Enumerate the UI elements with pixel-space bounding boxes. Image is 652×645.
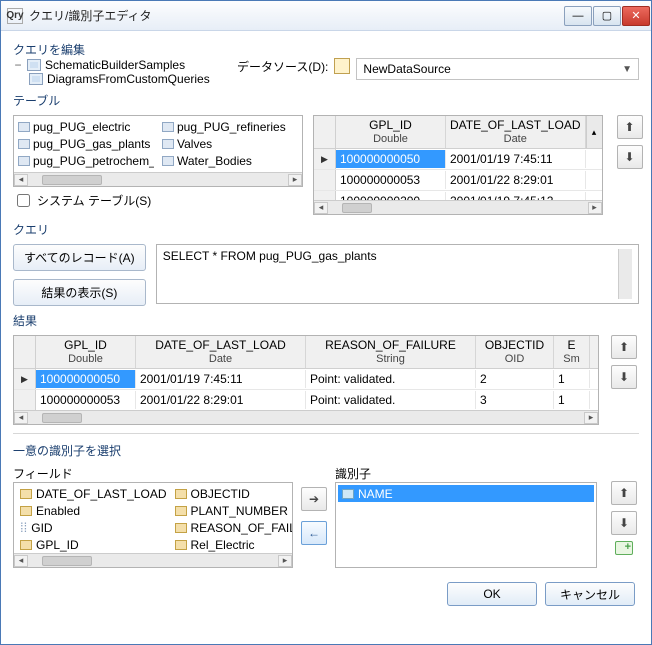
move-up-button[interactable]: ⬆	[611, 481, 637, 505]
results-row[interactable]: ▶ 100000000050 2001/01/19 7:45:11 Point:…	[14, 369, 598, 390]
table-item[interactable]: pug_PUG_refineries	[162, 118, 298, 135]
edit-query-section: クエリを編集 − SchematicBuilderSamples Diagram…	[13, 41, 639, 86]
field-icon	[342, 489, 354, 499]
system-tables-label: システム テーブル(S)	[37, 192, 151, 209]
table-item[interactable]: Water_Bodies	[162, 153, 298, 170]
title-bar[interactable]: Qry クエリ/識別子エディタ — ▢ ✕	[1, 1, 651, 31]
sql-textarea[interactable]: SELECT * FROM pug_PUG_gas_plants	[156, 244, 639, 304]
field-icon	[175, 540, 187, 550]
query-tree[interactable]: − SchematicBuilderSamples DiagramsFromCu…	[13, 58, 223, 86]
tree-child[interactable]: DiagramsFromCustomQueries	[47, 72, 210, 86]
preview-row[interactable]: 100000000053 2001/01/22 8:29:01	[314, 170, 602, 191]
table-item[interactable]: pug_PUG_electric	[18, 118, 154, 135]
fields-list[interactable]: DATE_OF_LAST_LOAD OBJECTID Enabled PLANT…	[13, 482, 293, 568]
move-up-button[interactable]: ⬆	[617, 115, 643, 139]
cancel-button[interactable]: キャンセル	[545, 582, 635, 606]
move-down-button[interactable]: ⬇	[611, 365, 637, 389]
preview-row[interactable]: ▶ 100000000050 2001/01/19 7:45:11	[314, 149, 602, 170]
minimize-button[interactable]: —	[564, 6, 592, 26]
preview-grid[interactable]: GPL_IDDouble DATE_OF_LAST_LOADDate ▴ ▶ 1…	[313, 115, 603, 215]
system-tables-checkbox[interactable]	[17, 194, 30, 207]
table-icon	[162, 139, 174, 149]
maximize-button[interactable]: ▢	[593, 6, 621, 26]
datasource-select[interactable]: NewDataSource ▼	[356, 58, 639, 80]
grip-icon: ⁞⁞	[20, 522, 27, 534]
move-up-button[interactable]: ⬆	[611, 335, 637, 359]
results-grid[interactable]: GPL_IDDouble DATE_OF_LAST_LOADDate REASO…	[13, 335, 599, 425]
add-new-button[interactable]	[615, 541, 633, 555]
add-identifier-button[interactable]: ➔	[301, 487, 327, 511]
chevron-down-icon: ▼	[622, 64, 632, 75]
table-icon	[18, 156, 30, 166]
datasource-value: NewDataSource	[363, 62, 450, 76]
tree-root[interactable]: SchematicBuilderSamples	[45, 58, 185, 72]
ok-button[interactable]: OK	[447, 582, 537, 606]
field-icon	[20, 506, 32, 516]
sql-text: SELECT * FROM pug_PUG_gas_plants	[163, 249, 377, 299]
results-label: 結果	[13, 312, 639, 329]
h-scrollbar[interactable]: ◂▸	[14, 553, 292, 567]
all-records-button[interactable]: すべてのレコード(A)	[13, 244, 146, 271]
field-item[interactable]: GPL_ID	[16, 536, 171, 553]
identifier-item[interactable]: NAME	[338, 485, 594, 502]
window-title: クエリ/識別子エディタ	[29, 7, 564, 24]
h-scrollbar[interactable]: ◂▸	[14, 172, 302, 186]
identifiers-label: 一意の識別子を選択	[13, 442, 639, 459]
query-label: クエリ	[13, 221, 639, 238]
dialog-window: Qry クエリ/識別子エディタ — ▢ ✕ クエリを編集 − Schematic…	[0, 0, 652, 645]
table-item[interactable]: pug_PUG_gas_plants	[18, 135, 154, 152]
field-item[interactable]: DATE_OF_LAST_LOAD	[16, 485, 171, 502]
edit-query-label: クエリを編集	[13, 41, 639, 58]
field-icon	[175, 506, 187, 516]
field-item[interactable]: Rel_Electric	[171, 536, 293, 553]
identifier-label: 識別子	[335, 465, 597, 482]
folder-icon	[27, 59, 41, 71]
field-icon	[175, 489, 187, 499]
fields-label: フィールド	[13, 465, 293, 482]
field-item[interactable]: REASON_OF_FAILURE	[171, 519, 293, 536]
move-down-button[interactable]: ⬇	[611, 511, 637, 535]
table-item[interactable]: Valves	[162, 135, 298, 152]
close-button[interactable]: ✕	[622, 6, 650, 26]
v-scrollbar[interactable]	[618, 249, 632, 299]
field-item[interactable]: OBJECTID	[171, 485, 293, 502]
show-results-button[interactable]: 結果の表示(S)	[13, 279, 146, 306]
tables-label: テーブル	[13, 92, 639, 109]
table-icon	[162, 122, 174, 132]
field-icon	[20, 540, 32, 550]
move-down-button[interactable]: ⬇	[617, 145, 643, 169]
table-item[interactable]: pug_PUG_petrochem_all	[18, 153, 154, 170]
tables-list[interactable]: pug_PUG_electric pug_PUG_refineries pug_…	[13, 115, 303, 187]
identifier-list[interactable]: NAME	[335, 482, 597, 568]
field-item[interactable]: ⁞⁞GID	[16, 519, 171, 536]
table-icon	[18, 139, 30, 149]
datasource-icon	[334, 58, 350, 74]
field-icon	[20, 489, 32, 499]
datasource-label: データソース(D):	[237, 58, 328, 75]
h-scrollbar[interactable]: ◂▸	[314, 200, 602, 214]
field-item[interactable]: PLANT_NUMBER	[171, 502, 293, 519]
app-icon: Qry	[7, 8, 23, 24]
preview-row[interactable]: 100000000200 2001/01/19 7:45:12	[314, 191, 602, 200]
system-tables-check[interactable]: システム テーブル(S)	[13, 191, 303, 210]
results-row[interactable]: 100000000053 2001/01/22 8:29:01 Point: v…	[14, 390, 598, 410]
folder-icon	[29, 73, 43, 85]
remove-identifier-button[interactable]: ←	[301, 521, 327, 545]
field-icon	[175, 523, 187, 533]
h-scrollbar[interactable]: ◂▸	[14, 410, 598, 424]
field-item[interactable]: Enabled	[16, 502, 171, 519]
table-icon	[18, 122, 30, 132]
table-icon	[162, 156, 174, 166]
